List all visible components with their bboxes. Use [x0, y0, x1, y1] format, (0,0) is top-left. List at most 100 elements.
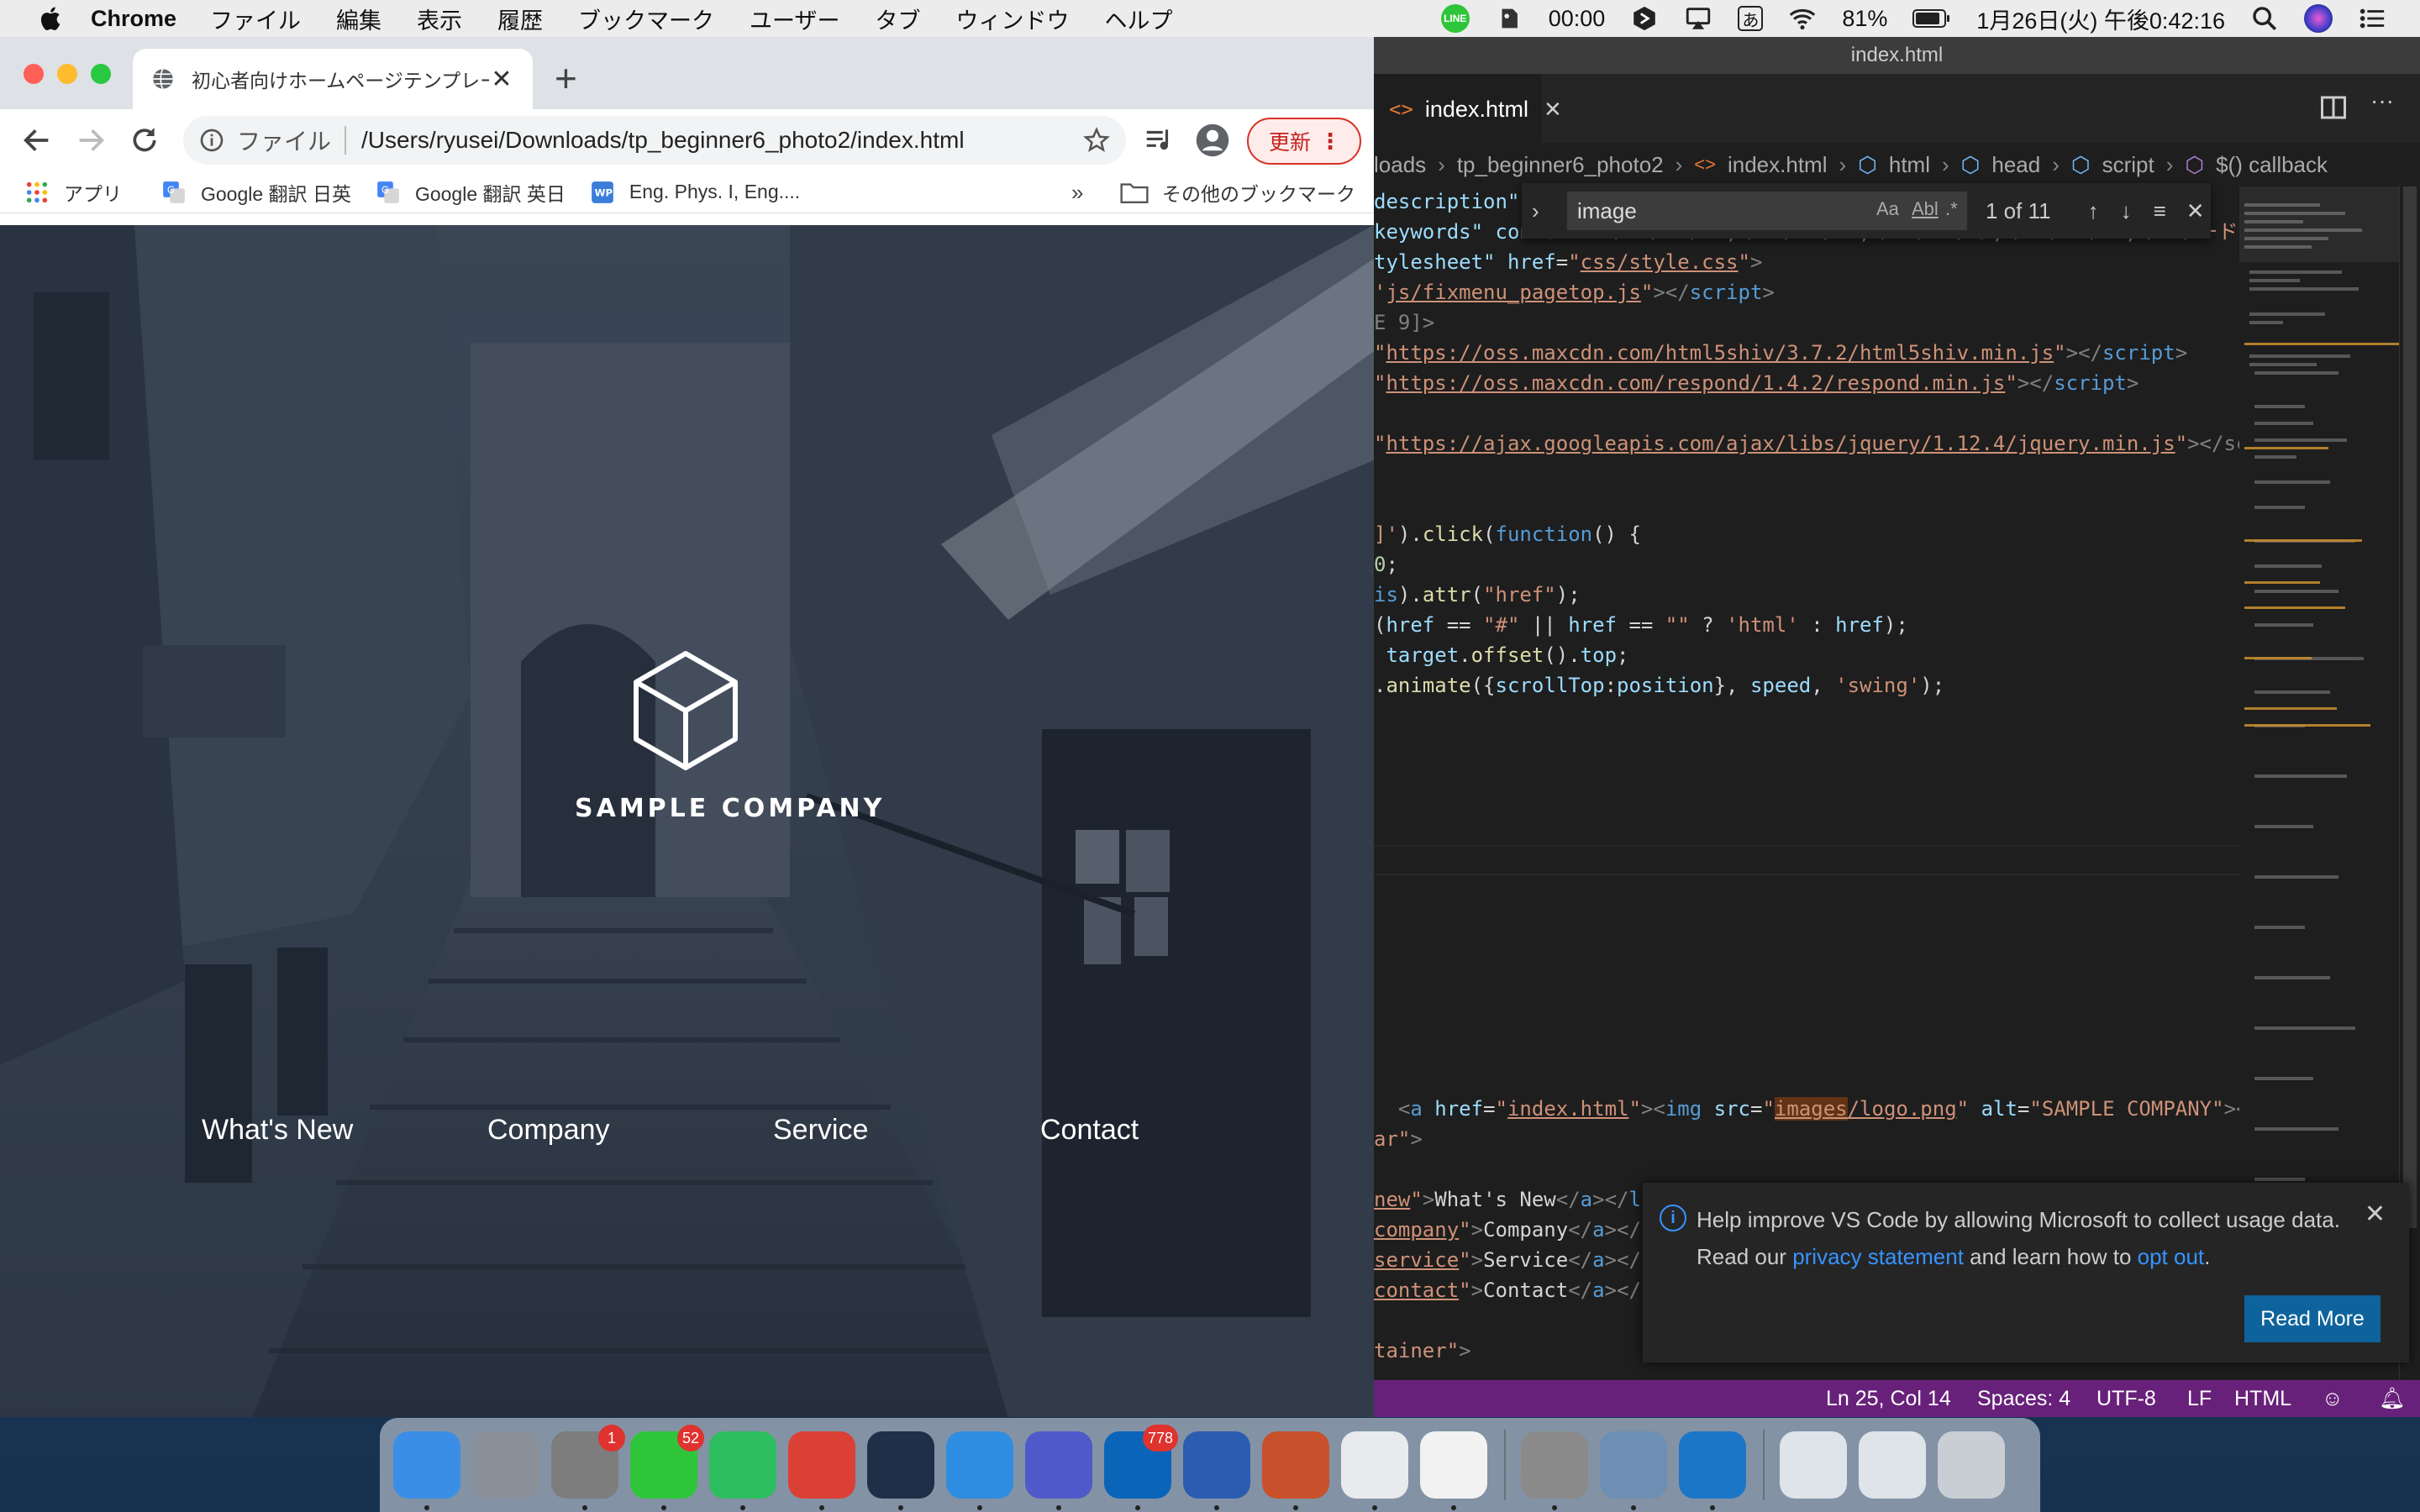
match-case-toggle[interactable]: Aa	[1876, 198, 1899, 220]
forward-icon[interactable]	[74, 123, 108, 157]
nav-company[interactable]: Company	[487, 1114, 610, 1147]
clock-status-text[interactable]: 00:00	[1549, 6, 1606, 32]
read-more-button[interactable]: Read More	[2244, 1295, 2381, 1342]
other-bookmarks-folder[interactable]: その他のブックマーク	[1120, 171, 1355, 213]
notification-center-icon[interactable]	[2358, 4, 2386, 33]
dock-app-affinity-icon[interactable]	[867, 1431, 934, 1510]
use-regex-toggle[interactable]: .*	[1945, 198, 1958, 220]
dock-app-textedit-icon[interactable]	[1420, 1431, 1487, 1510]
browser-tab[interactable]: 初心者向けホームページテンプレー ✕	[133, 49, 533, 109]
breadcrumb-callback[interactable]: $() callback	[2216, 152, 2328, 178]
dock-app-finder-icon[interactable]	[393, 1431, 460, 1510]
wifi-icon[interactable]	[1788, 4, 1817, 33]
close-tab-icon[interactable]: ✕	[1544, 97, 1562, 123]
feedback-icon[interactable]: ☺	[2322, 1387, 2344, 1411]
nav-service[interactable]: Service	[773, 1114, 868, 1147]
breadcrumb-script[interactable]: script	[2102, 152, 2154, 178]
breadcrumb-file[interactable]: index.html	[1728, 152, 1828, 178]
more-menu-icon[interactable]: ⋮	[1319, 128, 1341, 155]
site-info-icon[interactable]	[198, 127, 225, 154]
dock-app-teams-icon[interactable]	[1025, 1431, 1092, 1510]
dock-app-evernote-icon[interactable]	[709, 1431, 776, 1510]
language-mode[interactable]: HTML	[2234, 1387, 2291, 1411]
dock-app-screenshot-1-icon[interactable]	[1780, 1431, 1847, 1499]
dock-app-screenshot-2-icon[interactable]	[1859, 1431, 1926, 1499]
apple-menu-icon[interactable]	[37, 5, 62, 32]
next-match-icon[interactable]: ↓	[2121, 198, 2132, 224]
bookmark-google-translate-en-ja[interactable]: G Google 翻訳 英日	[376, 178, 566, 207]
profile-avatar-icon[interactable]	[1195, 123, 1230, 158]
menu-history[interactable]: 履歴	[497, 3, 543, 35]
bookmarks-overflow-button[interactable]: »	[1071, 180, 1083, 206]
file-encoding[interactable]: UTF-8	[2096, 1387, 2156, 1411]
nav-contact[interactable]: Contact	[1040, 1114, 1139, 1147]
hero-logo[interactable]: SAMPLE COMPANY	[575, 648, 881, 823]
dock-app-word-icon[interactable]	[1183, 1431, 1250, 1510]
back-icon[interactable]	[20, 123, 54, 157]
breadcrumb-html[interactable]: html	[1889, 152, 1930, 178]
battery-percent[interactable]: 81%	[1842, 6, 1887, 32]
dock-app-todoist-icon[interactable]	[788, 1431, 855, 1510]
privacy-statement-link[interactable]: privacy statement	[1792, 1244, 1964, 1269]
scroll-thumb[interactable]	[2403, 186, 2417, 1228]
nav-whats-new[interactable]: What's New	[202, 1114, 353, 1147]
line-ending[interactable]: LF	[2187, 1387, 2212, 1411]
menu-view[interactable]: 表示	[417, 3, 462, 35]
bookmark-apps[interactable]: アプリ	[25, 178, 122, 207]
affinity-status-icon[interactable]	[1630, 4, 1659, 33]
datetime[interactable]: 1月26日(火) 午後0:42:16	[1976, 3, 2225, 35]
bookmark-eng-phys[interactable]: WP Eng. Phys. I, Eng....	[591, 181, 800, 204]
media-controls-icon[interactable]	[1143, 124, 1175, 156]
editor-tab-index-html[interactable]: <> index.html ✕	[1374, 74, 1562, 143]
close-find-icon[interactable]: ✕	[2186, 198, 2205, 224]
breadcrumb-folder-downloads[interactable]: loads	[1374, 152, 1426, 178]
indentation[interactable]: Spaces: 4	[1977, 1387, 2070, 1411]
siri-icon[interactable]	[2304, 4, 2333, 33]
dock-app-vs-code-icon[interactable]	[1679, 1431, 1746, 1510]
spotlight-search-icon[interactable]	[2250, 4, 2279, 33]
menu-bookmarks[interactable]: ブックマーク	[578, 3, 714, 35]
menu-edit[interactable]: 編集	[336, 3, 381, 35]
dock-app-outlook-icon[interactable]: 778	[1104, 1425, 1178, 1510]
menu-window[interactable]: ウィンドウ	[955, 3, 1069, 35]
find-input[interactable]: image Aa Abl .*	[1567, 192, 1967, 230]
dock-app-line-icon[interactable]: 52	[630, 1425, 704, 1510]
close-window-button[interactable]	[24, 64, 44, 84]
line-status-icon[interactable]: LINE	[1440, 4, 1470, 33]
bookmark-google-translate-ja-en[interactable]: G Google 翻訳 日英	[162, 178, 351, 207]
dock-app-trash-icon[interactable]	[1938, 1431, 2005, 1499]
update-chrome-button[interactable]: 更新 ⋮	[1247, 118, 1361, 165]
menu-tab[interactable]: タブ	[875, 3, 920, 35]
close-notification-icon[interactable]: ✕	[2365, 1200, 2386, 1229]
toggle-replace-chevron-icon[interactable]: ›	[1532, 198, 1557, 224]
split-editor-icon[interactable]	[2318, 92, 2349, 123]
battery-icon[interactable]	[1912, 8, 1951, 29]
dock-app-automator-icon[interactable]	[1521, 1431, 1588, 1510]
menu-file[interactable]: ファイル	[210, 3, 301, 35]
address-bar[interactable]: ファイル /Users/ryusei/Downloads/tp_beginner…	[183, 116, 1126, 165]
reload-icon[interactable]	[128, 123, 161, 157]
minimize-window-button[interactable]	[57, 64, 77, 84]
breadcrumb-head[interactable]: head	[1991, 152, 2040, 178]
more-actions-icon[interactable]: ···	[2370, 87, 2401, 118]
tab-close-icon[interactable]: ✕	[489, 65, 514, 94]
bookmark-star-icon[interactable]	[1082, 126, 1111, 155]
match-whole-word-toggle[interactable]: Abl	[1912, 198, 1939, 220]
dock-app-safari-icon[interactable]	[946, 1431, 1013, 1510]
opt-out-link[interactable]: opt out	[2138, 1244, 2205, 1269]
previous-match-icon[interactable]: ↑	[2088, 198, 2099, 224]
dock-app-system-preferences-icon[interactable]: 1	[551, 1425, 625, 1510]
cursor-position[interactable]: Ln 25, Col 14	[1826, 1387, 1951, 1411]
dock-app-chrome-icon[interactable]	[1341, 1431, 1408, 1510]
new-tab-button[interactable]: +	[555, 59, 577, 97]
active-app-name[interactable]: Chrome	[91, 6, 176, 32]
dock-app-preview-icon[interactable]	[1600, 1431, 1667, 1510]
dock-app-matlab-icon[interactable]	[1262, 1431, 1329, 1510]
input-method-icon[interactable]: あ	[1738, 6, 1764, 31]
find-in-selection-icon[interactable]: ≡	[2154, 198, 2166, 224]
url-text[interactable]: /Users/ryusei/Downloads/tp_beginner6_pho…	[361, 127, 965, 154]
dock-app-launchpad-icon[interactable]	[472, 1431, 539, 1499]
breadcrumb-folder-project[interactable]: tp_beginner6_photo2	[1457, 152, 1664, 178]
menu-user[interactable]: ユーザー	[750, 3, 839, 35]
airplay-icon[interactable]	[1684, 4, 1712, 33]
